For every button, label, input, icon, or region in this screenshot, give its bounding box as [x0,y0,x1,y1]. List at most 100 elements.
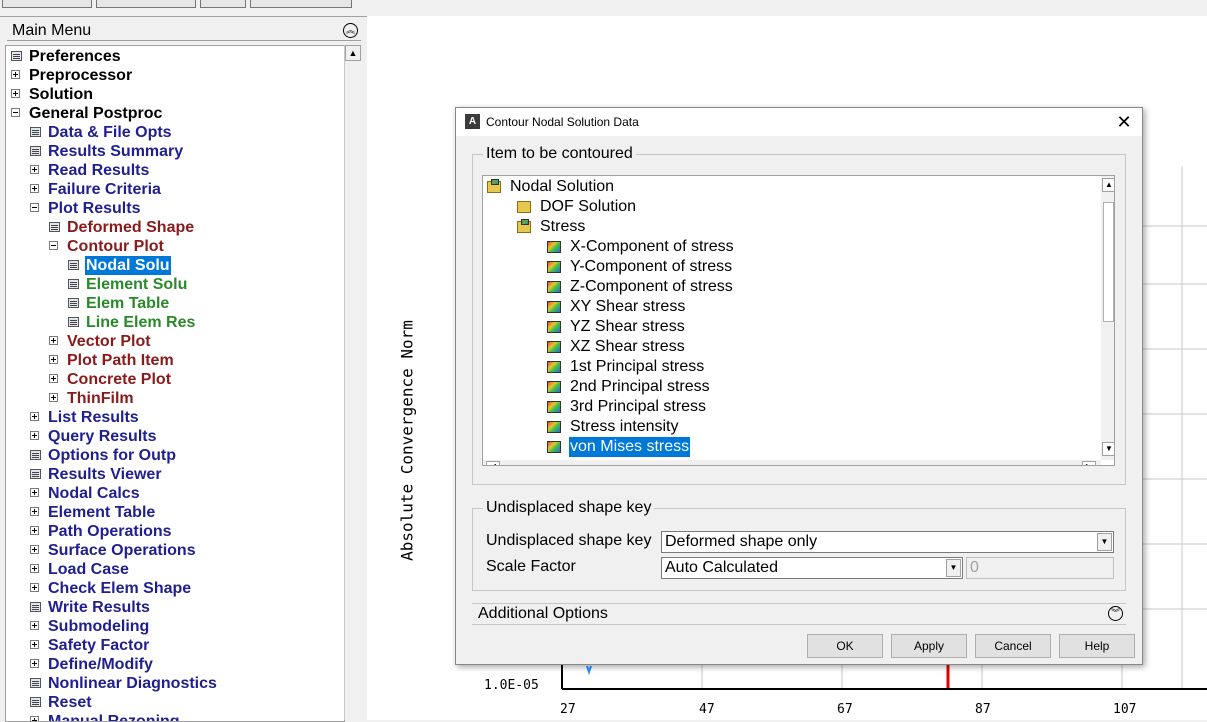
list-item-label: 3rd Principal stress [570,398,707,415]
expand-icon[interactable] [11,89,20,98]
menu-item-label: Manual Rezoning [48,713,180,722]
cancel-button[interactable]: Cancel [975,634,1051,658]
scroll-right-icon[interactable]: ▶ [1082,461,1096,465]
help-button[interactable]: Help [1059,634,1135,658]
toolbar-button[interactable] [250,0,352,8]
result-item-icon [547,281,561,293]
scroll-up-icon[interactable]: ▲ [345,45,361,61]
result-item-icon [547,441,561,453]
scale-factor-select[interactable]: Auto Calculated ▼ [661,557,963,579]
expand-icon[interactable] [30,659,39,668]
expand-icon[interactable]: ︾ [1108,606,1123,621]
undisplaced-shape-select[interactable]: Deformed shape only ▼ [661,531,1114,553]
command-icon [68,279,79,289]
toolbar-button[interactable] [200,0,246,8]
list-item-label: XY Shear stress [570,298,686,315]
scroll-up-icon[interactable]: ▲ [1102,178,1114,192]
menu-item-label: Preprocessor [29,67,133,84]
list-item-label: 1st Principal stress [570,358,705,375]
command-icon [11,51,22,61]
expand-icon[interactable] [30,716,39,721]
expand-icon[interactable] [30,488,39,497]
main-menu-header: Main Menu ︽ [7,22,361,41]
x-tick-label: 107 [1113,702,1137,717]
close-icon[interactable]: ✕ [1112,110,1136,134]
list-item-label: Stress intensity [570,418,679,435]
result-item-icon [547,241,561,253]
expand-icon[interactable] [30,526,39,535]
list-item-label: von Mises stress [569,437,691,457]
scroll-thumb[interactable] [1103,202,1114,322]
expand-icon[interactable] [49,336,58,345]
list-horizontal-scrollbar[interactable]: ◀ ▶ [483,460,1101,465]
dialog-title: Contour Nodal Solution Data [486,115,639,129]
list-item-label: Stress [540,218,586,235]
scroll-down-icon[interactable]: ▼ [1102,442,1114,456]
x-tick-label: 27 [560,702,576,717]
scroll-left-icon[interactable]: ◀ [486,461,500,465]
list-item-label: 2nd Principal stress [570,378,710,395]
list-item-label: YZ Shear stress [570,318,685,335]
command-icon [68,298,79,308]
command-icon [68,317,79,327]
menu-item-label: Element Table [48,504,156,521]
menu-item-label: Elem Table [86,295,170,312]
chevron-down-icon[interactable]: ▼ [1097,533,1112,551]
collapse-icon[interactable] [30,203,39,212]
expand-icon[interactable] [30,412,39,421]
collapse-icon[interactable] [11,108,20,117]
collapse-all-icon[interactable]: ︽ [343,23,358,38]
menu-item-label: Results Summary [48,143,184,160]
toolbar-button[interactable] [96,0,196,8]
chevron-down-icon[interactable]: ▼ [946,559,961,577]
expand-icon[interactable] [30,507,39,516]
expand-icon[interactable] [30,184,39,193]
command-icon [30,602,41,612]
additional-options-label: Additional Options [478,605,608,622]
expand-icon[interactable] [30,545,39,554]
additional-options-bar[interactable]: Additional Options ︾ [472,603,1126,625]
folder-open-icon [487,179,501,193]
expand-icon[interactable] [30,165,39,174]
list-item-label: XZ Shear stress [570,338,685,355]
list-vertical-scrollbar[interactable]: ▲ ▼ [1101,176,1114,460]
menu-item-label: Preferences [29,48,121,65]
blue-marker [586,665,592,676]
expand-icon[interactable] [49,393,58,402]
menu-item-label: Reset [48,694,92,711]
expand-icon[interactable] [49,355,58,364]
menu-item-label: Vector Plot [67,333,151,350]
item-tree-list[interactable]: Nodal Solution DOF Solution Stress X-Compon… [482,175,1115,466]
menu-item-label: Element Solu [86,276,188,293]
main-menu-scrollbar[interactable]: ▲ [344,45,362,720]
expand-icon[interactable] [30,583,39,592]
expand-icon[interactable] [11,70,20,79]
expand-icon[interactable] [30,640,39,649]
expand-icon[interactable] [30,564,39,573]
scale-factor-input[interactable]: 0 [966,557,1114,579]
expand-icon[interactable] [30,621,39,630]
expand-icon[interactable] [49,374,58,383]
apply-button[interactable]: Apply [891,634,967,658]
dialog-titlebar[interactable]: A Contour Nodal Solution Data ✕ [456,108,1142,136]
menu-item-label: Options for Outp [48,447,176,464]
collapse-icon[interactable] [49,241,58,250]
result-item-icon [547,421,561,433]
menu-item-label: Plot Results [48,200,141,217]
undisplaced-shape-label: Undisplaced shape key [486,532,652,549]
ok-button[interactable]: OK [807,634,883,658]
command-icon [30,678,41,688]
command-icon [30,127,41,137]
main-menu-title: Main Menu [12,22,92,39]
menu-item-label: Results Viewer [48,466,162,483]
menu-item-label: Submodeling [48,618,150,635]
list-item-label: Nodal Solution [510,178,615,195]
toolbar-button[interactable] [2,0,92,8]
command-icon [30,450,41,460]
expand-icon[interactable] [30,431,39,440]
menu-item-label: Safety Factor [48,637,150,654]
result-item-icon [547,381,561,393]
menu-item-label: Read Results [48,162,150,179]
menu-item-label: Nodal Solu [85,256,171,275]
menu-item-label: Line Elem Res [86,314,196,331]
